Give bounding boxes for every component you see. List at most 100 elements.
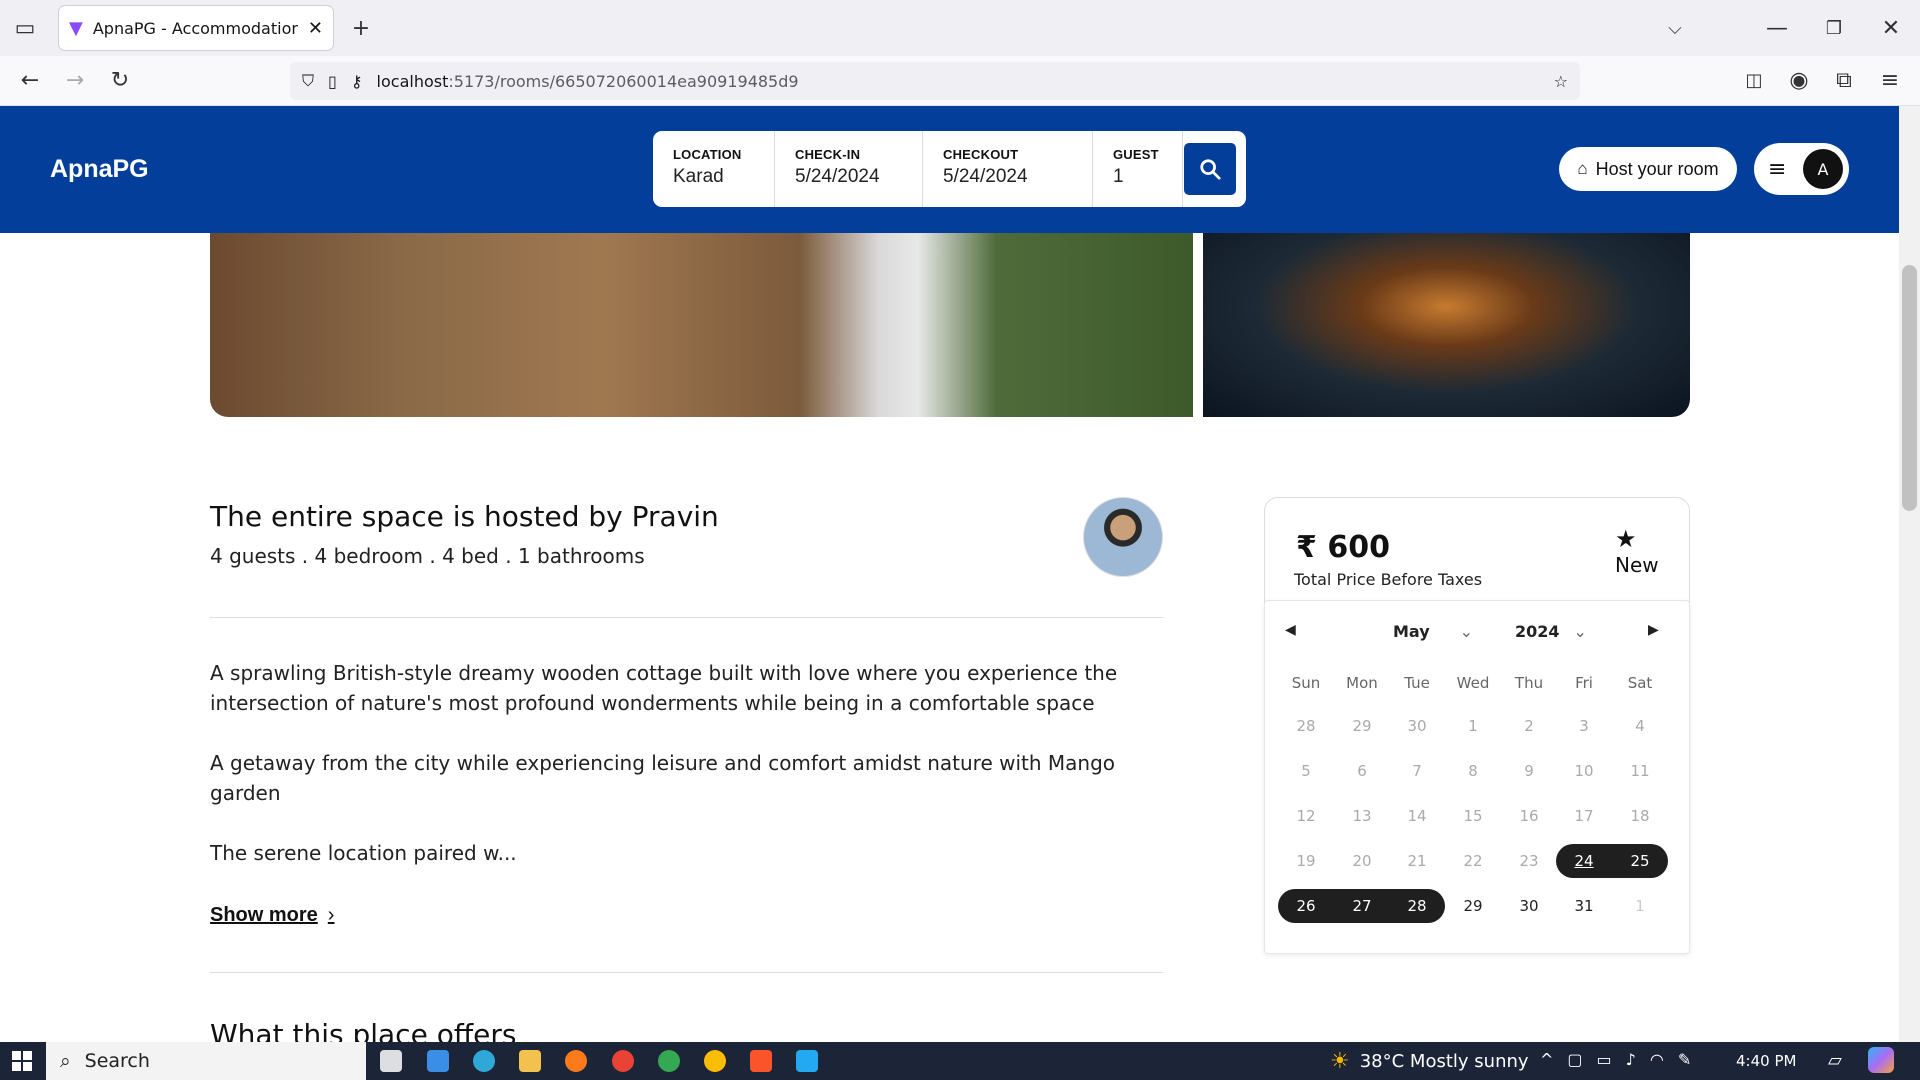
sun-icon: ☀ [1330,1048,1350,1074]
wifi-icon[interactable]: ◠ [1650,1050,1664,1069]
calendar-day[interactable]: 1 [1447,709,1499,743]
calendar-day[interactable]: 1 [1614,889,1666,923]
account-icon[interactable]: ◉ [1779,60,1819,100]
calendar-day[interactable]: 15 [1447,799,1499,833]
notifications-icon[interactable]: ▱ [1828,1050,1842,1071]
chrome-profile-2-icon[interactable] [704,1050,726,1072]
back-icon[interactable]: ← [10,60,50,100]
calendar-day[interactable]: 18 [1614,799,1666,833]
firefox-icon[interactable] [565,1050,587,1072]
checkin-field[interactable]: CHECK-IN 5/24/2024 [775,131,923,207]
close-tab-icon[interactable]: ✕ [308,18,323,39]
calendar-day-selected[interactable]: 28 [1389,889,1445,923]
chevron-up-icon[interactable]: ^ [1540,1050,1553,1069]
calendar-day[interactable]: 29 [1336,709,1388,743]
calendar-day-selected[interactable]: 25 [1612,844,1668,878]
permissions-key-icon[interactable]: ⚷ [351,72,363,91]
scrollbar-thumb[interactable] [1902,265,1917,511]
url-bar[interactable]: ⛉ ▯ ⚷ localhost:5173/rooms/665072060014e… [290,62,1580,100]
new-tab-icon[interactable]: + [341,8,381,48]
taskbar-search-label: Search [84,1050,150,1072]
calendar-day-selected[interactable]: 24 [1556,844,1612,878]
prev-month-icon[interactable]: ◀ [1285,622,1296,638]
close-window-icon[interactable]: ✕ [1871,8,1911,48]
taskbar-search[interactable]: ⌕ Search [46,1042,366,1080]
app-logo[interactable]: ApnaPG [50,155,149,184]
calendar-day[interactable]: 23 [1503,844,1555,878]
edge-icon[interactable] [473,1050,495,1072]
user-menu-button[interactable]: ≡ A [1754,143,1849,195]
shield-icon[interactable]: ⛉ [302,71,314,91]
calendar-day[interactable]: 8 [1447,754,1499,788]
user-avatar: A [1803,149,1843,189]
browser-tab[interactable]: ▼ ApnaPG - Accommodation Solu ✕ [59,6,333,50]
app-menu-icon[interactable]: ≡ [1870,60,1910,100]
calendar-day[interactable]: 21 [1391,844,1443,878]
minimize-icon[interactable]: — [1757,8,1797,48]
month-select[interactable]: May ⌄ [1393,622,1473,641]
calendar-day[interactable]: 31 [1558,889,1610,923]
calendar-day[interactable]: 20 [1336,844,1388,878]
description-paragraph: A getaway from the city while experienci… [210,751,1116,805]
room-photo-main[interactable] [210,233,1193,417]
calendar-day[interactable]: 3 [1558,709,1610,743]
chrome-icon[interactable] [612,1050,634,1072]
hosted-by-heading: The entire space is hosted by Pravin [210,500,719,533]
calendar-day[interactable]: 7 [1391,754,1443,788]
calendar-day[interactable]: 10 [1558,754,1610,788]
calendar-day[interactable]: 12 [1280,799,1332,833]
calendar-day[interactable]: 16 [1503,799,1555,833]
calendar-day[interactable]: 4 [1614,709,1666,743]
calendar-day[interactable]: 14 [1391,799,1443,833]
location-field[interactable]: LOCATION Karad [653,131,775,207]
calendar-day[interactable]: 11 [1614,754,1666,788]
year-select[interactable]: 2024 ⌄ [1515,622,1587,641]
calendar-day[interactable]: 2 [1503,709,1555,743]
checkout-field[interactable]: CHECKOUT 5/24/2024 [923,131,1093,207]
copilot-icon[interactable] [1868,1047,1894,1073]
calendar-day[interactable]: 9 [1503,754,1555,788]
battery-icon[interactable]: ▭ [1597,1050,1612,1069]
room-photo-exterior[interactable] [1203,233,1690,417]
calendar-day[interactable]: 30 [1391,709,1443,743]
calendar-day[interactable]: 29 [1447,889,1499,923]
pocket-icon[interactable]: ◫ [1734,60,1774,100]
clock[interactable]: 4:40 PM [1736,1042,1796,1080]
star-icon: ★ [1615,525,1637,553]
calendar-day[interactable]: 30 [1503,889,1555,923]
calendar-day[interactable]: 5 [1280,754,1332,788]
page-scrollbar[interactable] [1899,106,1920,1042]
file-explorer-icon[interactable] [519,1050,541,1072]
calendar-day[interactable]: 28 [1280,709,1332,743]
forward-icon[interactable]: → [55,60,95,100]
windows-start-icon[interactable] [0,1042,44,1080]
brave-icon[interactable] [750,1050,772,1072]
show-more-link[interactable]: Show more › [210,904,334,927]
task-view-icon[interactable] [380,1050,402,1072]
calendar-day[interactable]: 22 [1447,844,1499,878]
calendar-day[interactable]: 19 [1280,844,1332,878]
weather-widget[interactable]: ☀ 38°C Mostly sunny [1330,1042,1529,1080]
calendar-day-selected[interactable]: 27 [1334,889,1390,923]
search-button[interactable] [1184,143,1236,195]
volume-icon[interactable]: ♪ [1626,1050,1636,1069]
next-month-icon[interactable]: ▶ [1648,622,1659,638]
tab-list-icon[interactable]: ▭ [5,8,45,48]
restore-icon[interactable]: ❐ [1814,8,1854,48]
pen-icon[interactable]: ✎ [1678,1050,1691,1069]
calendar-day[interactable]: 13 [1336,799,1388,833]
calendar-day[interactable]: 17 [1558,799,1610,833]
calendar-day[interactable]: 6 [1336,754,1388,788]
bookmark-star-icon[interactable]: ☆ [1554,72,1568,91]
chrome-profile-icon[interactable] [658,1050,680,1072]
extensions-icon[interactable]: ⧉ [1824,60,1864,100]
calendar-day-selected[interactable]: 26 [1278,889,1334,923]
host-your-room-button[interactable]: ⌂ Host your room [1559,147,1737,191]
mail-icon[interactable] [427,1050,449,1072]
device-icon[interactable]: ▢ [1567,1050,1582,1069]
reload-icon[interactable]: ↻ [100,60,140,100]
vscode-icon[interactable] [796,1050,818,1072]
guest-field[interactable]: GUEST 1 [1093,131,1183,207]
system-tray[interactable]: ^ ▢ ▭ ♪ ◠ ✎ [1540,1050,1691,1069]
tab-overflow-chevron-icon[interactable]: ⌵ [1655,8,1695,48]
